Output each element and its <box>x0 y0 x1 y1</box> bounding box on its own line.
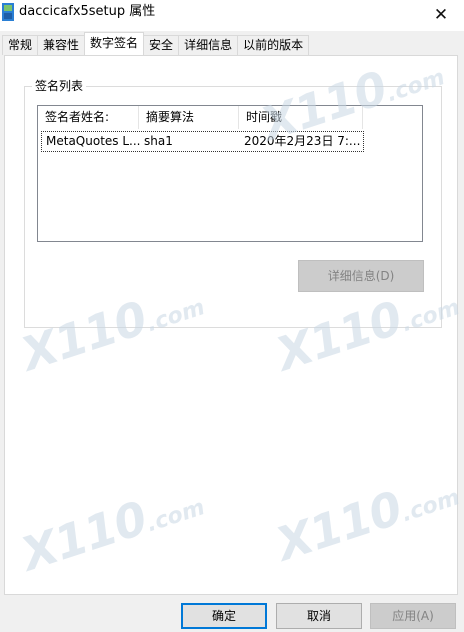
tab-compatibility[interactable]: 兼容性 <box>37 35 86 55</box>
window-title: daccicafx5setup 属性 <box>19 4 156 19</box>
cell-signer-name: MetaQuotes L... <box>46 134 140 148</box>
signature-list[interactable]: 签名者姓名: 摘要算法 时间戳 MetaQuotes L... sha1 202… <box>37 105 423 242</box>
signature-list-group: 签名列表 签名者姓名: 摘要算法 时间戳 MetaQuotes L... sha… <box>24 78 442 328</box>
list-header: 签名者姓名: 摘要算法 时间戳 <box>38 106 422 129</box>
apply-button[interactable]: 应用(A) <box>370 603 456 629</box>
tab-digital-signatures[interactable]: 数字签名 <box>84 32 145 55</box>
cell-timestamp: 2020年2月23日 7:... <box>244 134 361 148</box>
column-timestamp[interactable]: 时间戳 <box>239 106 363 129</box>
list-item[interactable]: MetaQuotes L... sha1 2020年2月23日 7:... <box>41 131 364 152</box>
tab-strip: 常规 兼容性 数字签名 安全 详细信息 以前的版本 <box>2 32 310 55</box>
app-icon <box>2 3 14 21</box>
tab-previous-versions[interactable]: 以前的版本 <box>237 35 310 55</box>
column-digest-algorithm[interactable]: 摘要算法 <box>139 106 239 129</box>
close-icon: ✕ <box>433 4 449 25</box>
details-button[interactable]: 详细信息(D) <box>298 260 424 292</box>
column-signer-name[interactable]: 签名者姓名: <box>38 106 139 129</box>
title-bar[interactable]: daccicafx5setup 属性 ✕ <box>0 0 464 31</box>
tab-panel: 签名列表 签名者姓名: 摘要算法 时间戳 MetaQuotes L... sha… <box>4 55 458 595</box>
group-label: 签名列表 <box>32 78 87 94</box>
tab-general[interactable]: 常规 <box>2 35 39 55</box>
close-button[interactable]: ✕ <box>418 0 464 29</box>
ok-button[interactable]: 确定 <box>181 603 267 629</box>
cell-digest-algorithm: sha1 <box>144 134 173 148</box>
tab-details[interactable]: 详细信息 <box>178 35 239 55</box>
tab-security[interactable]: 安全 <box>143 35 180 55</box>
cancel-button[interactable]: 取消 <box>276 603 362 629</box>
properties-window: daccicafx5setup 属性 ✕ 常规 兼容性 数字签名 安全 详细信息… <box>0 0 464 632</box>
